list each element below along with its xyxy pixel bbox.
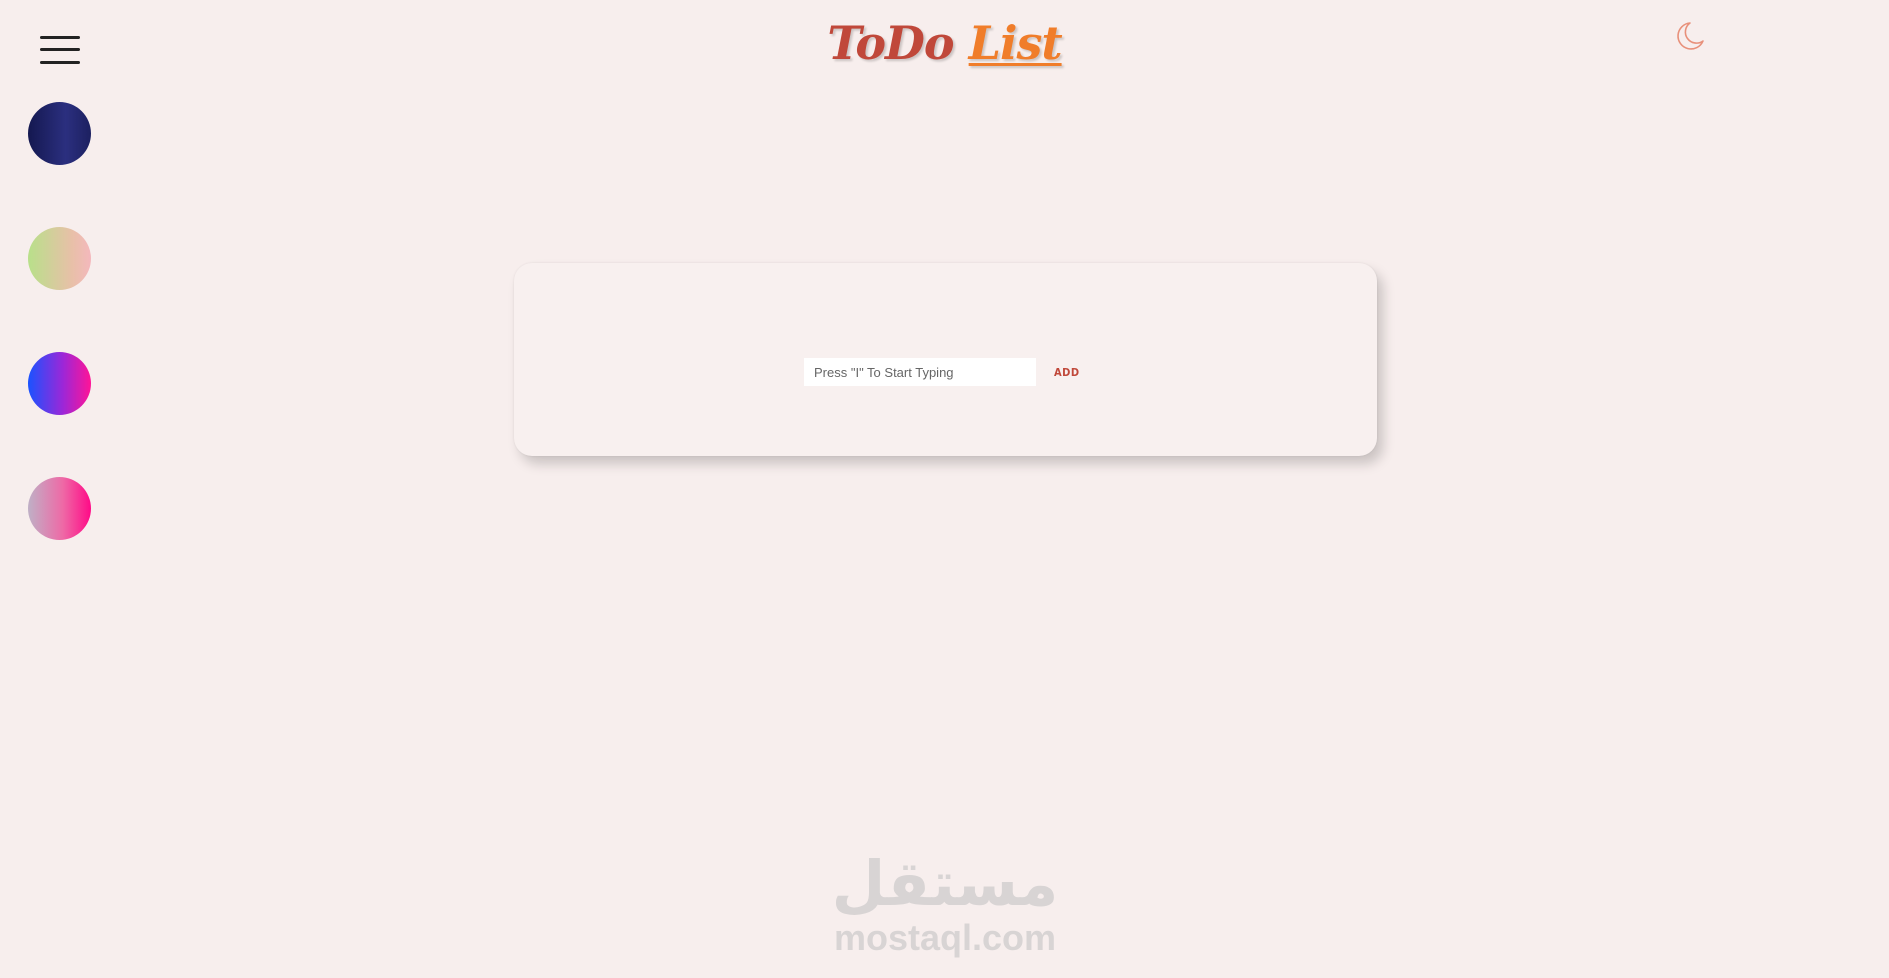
todo-input[interactable] — [804, 358, 1036, 386]
theme-swatch-lime-peach[interactable] — [28, 227, 91, 290]
mostaql-watermark-logo: مستقل mostaql.com — [820, 848, 1070, 958]
moon-icon[interactable] — [1676, 20, 1706, 52]
app-title: ToDo List — [0, 16, 1889, 70]
theme-swatch-blue-magenta[interactable] — [28, 352, 91, 415]
app-title-part2: List — [968, 16, 1063, 70]
theme-swatch-navy[interactable] — [28, 102, 91, 165]
todo-card: ADD — [514, 263, 1377, 456]
add-button[interactable]: ADD — [1054, 362, 1080, 382]
app-title-part1: ToDo — [827, 16, 954, 70]
theme-swatch-mauve-pink[interactable] — [28, 477, 91, 540]
watermark-latin: mostaql.com — [833, 917, 1057, 958]
watermark-arabic: مستقل — [831, 847, 1059, 920]
